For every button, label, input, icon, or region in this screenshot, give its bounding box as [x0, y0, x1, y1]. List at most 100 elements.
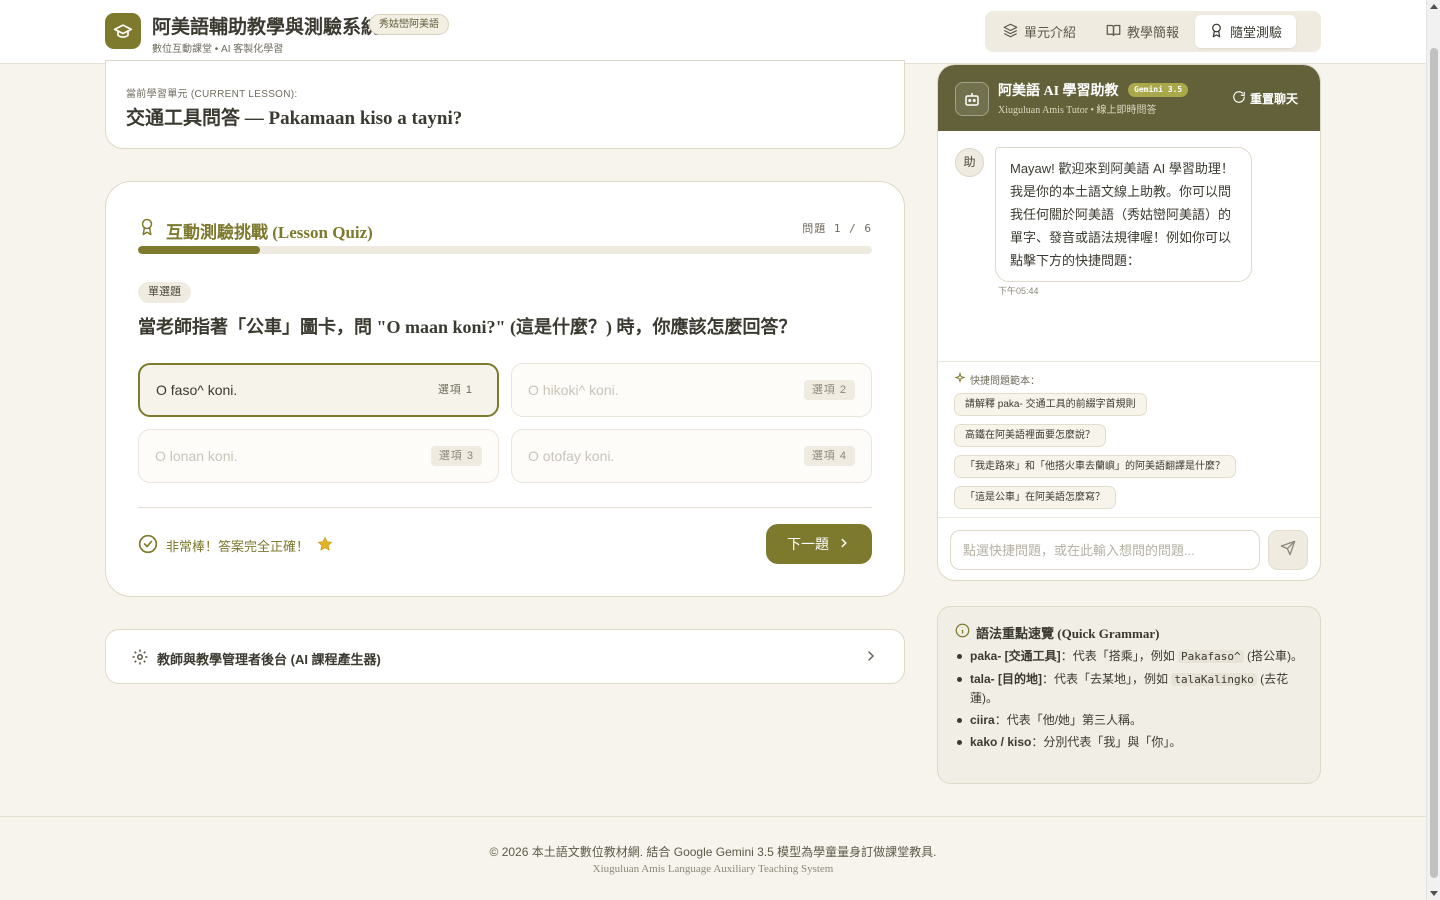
scroll-down-arrow-icon[interactable]	[1430, 891, 1438, 896]
option-text: O lonan koni.	[155, 448, 238, 464]
quick-questions: 快捷問題範本： 請解釋 paka- 交通工具的前綴字首規則 高鐵在阿美語裡面要怎…	[938, 361, 1320, 517]
option-text: O otofay koni.	[528, 448, 615, 464]
grammar-example: Pakafaso^	[1178, 650, 1244, 663]
info-icon	[955, 623, 970, 642]
grammar-term: tala- [目的地]	[970, 672, 1043, 686]
quiz-title: 互動測驗挑戰 (Lesson Quiz)	[166, 223, 373, 242]
quiz-option-1[interactable]: O faso^ koni. 選項 1	[138, 363, 499, 417]
sparkles-icon	[954, 371, 966, 387]
tab-label: 單元介紹	[1024, 25, 1077, 40]
quiz-option-4[interactable]: O otofay koni. 選項 4	[511, 429, 872, 483]
footer-copyright: © 2026 本土語文數位教材網. 結合 Google Gemini 3.5 模…	[489, 845, 937, 859]
grammar-term: paka- [交通工具]	[970, 649, 1061, 663]
tab-slides[interactable]: 教學簡報	[1092, 15, 1193, 48]
current-lesson-card: 當前學習單元 (CURRENT LESSON): 交通工具問答 — Pakama…	[105, 60, 905, 149]
next-button-label: 下一題	[787, 536, 829, 552]
book-icon	[1106, 23, 1121, 41]
award-icon	[138, 217, 156, 242]
chevron-right-icon	[837, 536, 851, 553]
chat-title: 阿美語 AI 學習助教	[998, 84, 1119, 99]
quiz-card: 互動測驗挑戰 (Lesson Quiz) 問題 1 / 6 單選題 當老師指著「…	[105, 181, 905, 597]
option-tag: 選項 4	[803, 446, 855, 466]
lesson-label: 當前學習單元 (CURRENT LESSON):	[126, 89, 298, 100]
page-scrollbar[interactable]	[1426, 0, 1440, 900]
grammar-item: kako / kiso：分別代表「我」與「你」。	[955, 733, 1307, 751]
gear-icon	[131, 648, 149, 671]
admin-panel-link[interactable]: 教師與教學管理者後台 (AI 課程產生器)	[105, 629, 905, 684]
ai-tutor-panel: 阿美語 AI 學習助教 Gemini 3.5 Xiuguluan Amis Tu…	[937, 64, 1321, 581]
page-footer: © 2026 本土語文數位教材網. 結合 Google Gemini 3.5 模…	[0, 816, 1426, 900]
grammar-term: ciira	[970, 713, 995, 727]
grammar-desc: ：代表「搭乘」，例如	[1060, 649, 1179, 663]
quick-question-chip[interactable]: 「我走路來」和「他搭火車去蘭嶼」的阿美語翻譯是什麼？	[954, 455, 1236, 478]
grammar-title-text: 語法重點速覽 (Quick Grammar)	[976, 626, 1160, 641]
feedback-text: 非常棒！答案完全正確！	[166, 539, 310, 554]
grammar-list: paka- [交通工具]：代表「搭乘」，例如 Pakafaso^ (搭公車)。 …	[955, 647, 1307, 755]
next-question-button[interactable]: 下一題	[766, 524, 872, 564]
refresh-icon	[1232, 90, 1246, 107]
grammar-item: ciira：代表「他/她」第三人稱。	[955, 711, 1307, 729]
app-subtitle: 數位互動課堂 • AI 客製化學習	[152, 44, 284, 55]
chat-header: 阿美語 AI 學習助教 Gemini 3.5 Xiuguluan Amis Tu…	[938, 65, 1320, 131]
reset-chat-button[interactable]: 重置聊天	[1232, 90, 1298, 107]
question-type-badge: 單選題	[138, 282, 191, 303]
grammar-item: tala- [目的地]：代表「去某地」，例如 talaKalingko (去花蓮…	[955, 670, 1307, 707]
check-circle-icon	[138, 534, 158, 557]
grammar-item: paka- [交通工具]：代表「搭乘」，例如 Pakafaso^ (搭公車)。	[955, 647, 1307, 666]
grammar-term: kako / kiso	[970, 735, 1032, 749]
model-badge: Gemini 3.5	[1128, 83, 1189, 97]
app-title: 阿美語輔助教學與測驗系統	[152, 17, 381, 38]
lesson-title: 交通工具問答 — Pakamaan kiso a tayni?	[126, 108, 463, 129]
quick-grammar-card: 語法重點速覽 (Quick Grammar) paka- [交通工具]：代表「搭…	[937, 606, 1321, 784]
grammar-desc: ：代表「他/她」第三人稱。	[994, 713, 1143, 727]
layers-icon	[1003, 23, 1018, 41]
bot-icon	[955, 82, 989, 116]
admin-label: 教師與教學管理者後台 (AI 課程產生器)	[157, 652, 381, 667]
option-tag: 選項 1	[437, 384, 473, 396]
tab-label: 教學簡報	[1127, 25, 1180, 40]
chevron-right-icon	[863, 648, 879, 669]
chat-input-area	[938, 517, 1320, 580]
divider	[138, 507, 872, 508]
quiz-option-3[interactable]: O lonan koni. 選項 3	[138, 429, 499, 483]
option-tag: 選項 3	[430, 446, 482, 466]
chat-subtitle: Xiuguluan Amis Tutor • 線上即時問答	[998, 105, 1157, 116]
quick-question-chip[interactable]: 高鐵在阿美語裡面要怎麼說？	[954, 424, 1106, 447]
footer-system-name: Xiuguluan Amis Language Auxiliary Teachi…	[592, 863, 834, 875]
grammar-desc: ：代表「去某地」，例如	[1042, 672, 1172, 686]
question-text: 當老師指著「公車」圖卡，問 "O maan koni?" (這是什麼？) 時，你…	[138, 317, 797, 337]
tab-quiz[interactable]: 隨堂測驗	[1195, 15, 1297, 48]
quick-label-text: 快捷問題範本：	[970, 376, 1040, 387]
grammar-title: 語法重點速覽 (Quick Grammar)	[955, 623, 1159, 642]
grammar-desc: ：分別代表「我」與「你」。	[1031, 735, 1182, 749]
option-tag: 選項 2	[803, 380, 855, 400]
dialect-badge: 秀姑巒阿美語	[369, 14, 449, 35]
reset-label: 重置聊天	[1250, 92, 1299, 106]
quick-question-chip[interactable]: 請解釋 paka- 交通工具的前綴字首規則	[954, 393, 1147, 416]
award-icon	[1209, 23, 1224, 41]
app-header: 阿美語輔助教學與測驗系統 秀姑巒阿美語 數位互動課堂 • AI 客製化學習 單元…	[0, 0, 1426, 64]
message-timestamp: 下午05:44	[998, 286, 1039, 296]
star-icon	[317, 536, 333, 555]
chat-input[interactable]	[950, 530, 1260, 570]
quiz-progress-fill	[138, 246, 261, 254]
grammar-example: talaKalingko	[1171, 673, 1257, 686]
quiz-progress-bar	[138, 246, 872, 254]
scroll-up-arrow-icon[interactable]	[1430, 4, 1438, 9]
scroll-thumb[interactable]	[1430, 48, 1438, 878]
send-button[interactable]	[1268, 530, 1308, 570]
tab-label: 隨堂測驗	[1230, 25, 1283, 40]
answer-feedback: 非常棒！答案完全正確！	[138, 534, 333, 557]
quick-question-chip[interactable]: 「這是公車」在阿美語怎麼寫？	[954, 486, 1116, 509]
assistant-avatar: 助	[955, 148, 984, 177]
quick-questions-label: 快捷問題範本：	[954, 371, 1040, 387]
option-text: O faso^ koni.	[156, 382, 238, 398]
quiz-option-2[interactable]: O hikoki^ koni. 選項 2	[511, 363, 872, 417]
send-icon	[1280, 540, 1296, 561]
tab-unit-intro[interactable]: 單元介紹	[989, 15, 1090, 48]
graduation-cap-icon	[105, 13, 141, 49]
assistant-message: Mayaw! 歡迎來到阿美語 AI 學習助理！我是你的本土語文線上助教。你可以問…	[995, 147, 1252, 282]
grammar-gloss: (搭公車)。	[1243, 649, 1303, 663]
option-text: O hikoki^ koni.	[528, 382, 619, 398]
question-counter: 問題 1 / 6	[802, 222, 872, 235]
